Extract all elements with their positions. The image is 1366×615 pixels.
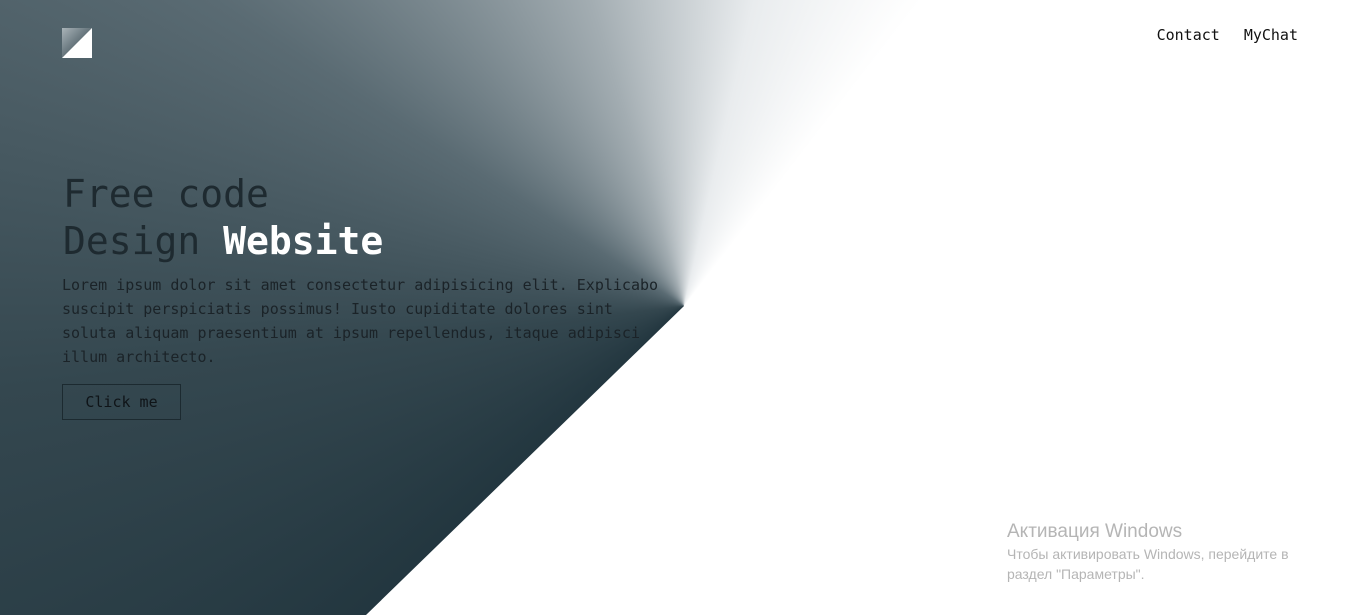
nav-link-mychat[interactable]: MyChat [1244, 26, 1298, 44]
click-me-button[interactable]: Click me [62, 384, 181, 420]
windows-activation-title: Активация Windows [1007, 521, 1183, 542]
nav-link-contact[interactable]: Contact [1157, 26, 1220, 44]
logo-icon[interactable] [62, 28, 92, 58]
hero-description: Lorem ipsum dolor sit amet consectetur a… [62, 276, 659, 366]
logo-svg [62, 28, 92, 58]
hero-title-highlight: Website [223, 219, 384, 263]
hero-title-line2-prefix: Design [63, 219, 224, 263]
windows-activation-text: Чтобы активировать Windows, перейдите в … [1007, 546, 1289, 582]
top-nav: Contact MyChat [1157, 26, 1298, 44]
hero-title: Free code Design Website [63, 171, 383, 265]
windows-activation-watermark: Активация Windows Чтобы активировать Win… [1007, 520, 1337, 584]
page: Contact MyChat Free code Design Website … [0, 0, 1366, 615]
hero-title-line1: Free code [63, 172, 269, 216]
